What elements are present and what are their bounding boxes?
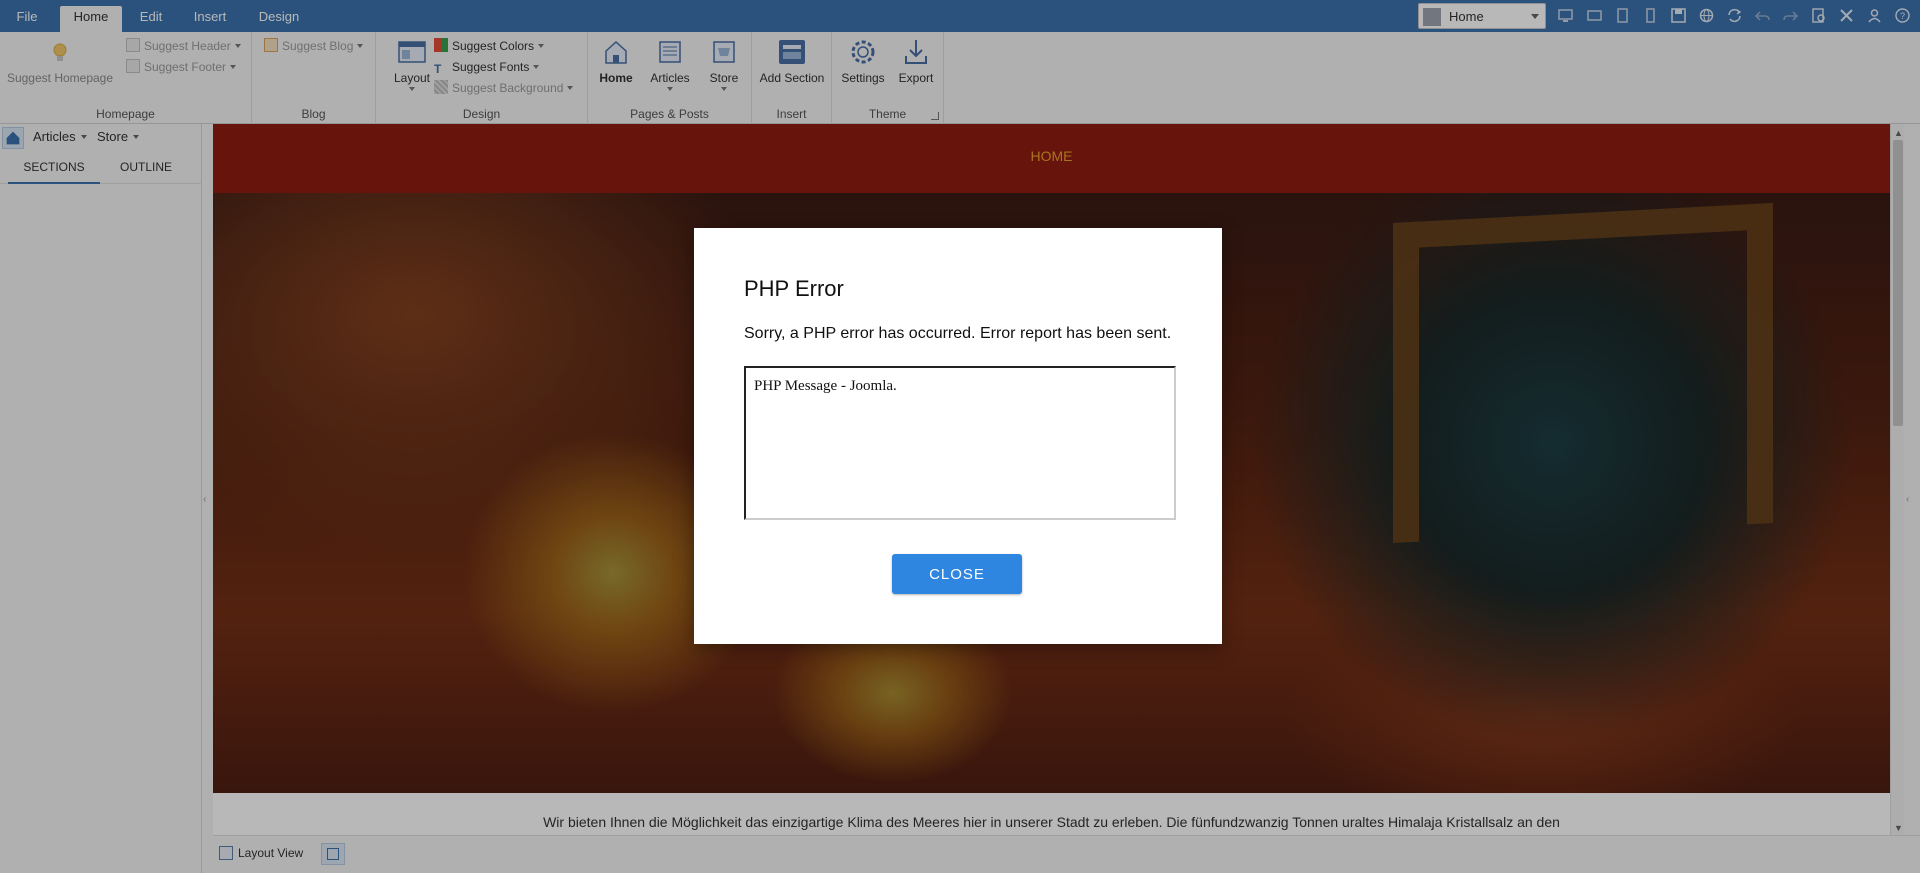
php-error-dialog: PHP Error Sorry, a PHP error has occurre…: [694, 228, 1222, 644]
error-details-textarea[interactable]: PHP Message - Joomla.: [744, 366, 1176, 520]
close-button[interactable]: CLOSE: [892, 554, 1022, 594]
dialog-title: PHP Error: [744, 276, 844, 301]
dialog-message: Sorry, a PHP error has occurred. Error r…: [744, 325, 1172, 342]
